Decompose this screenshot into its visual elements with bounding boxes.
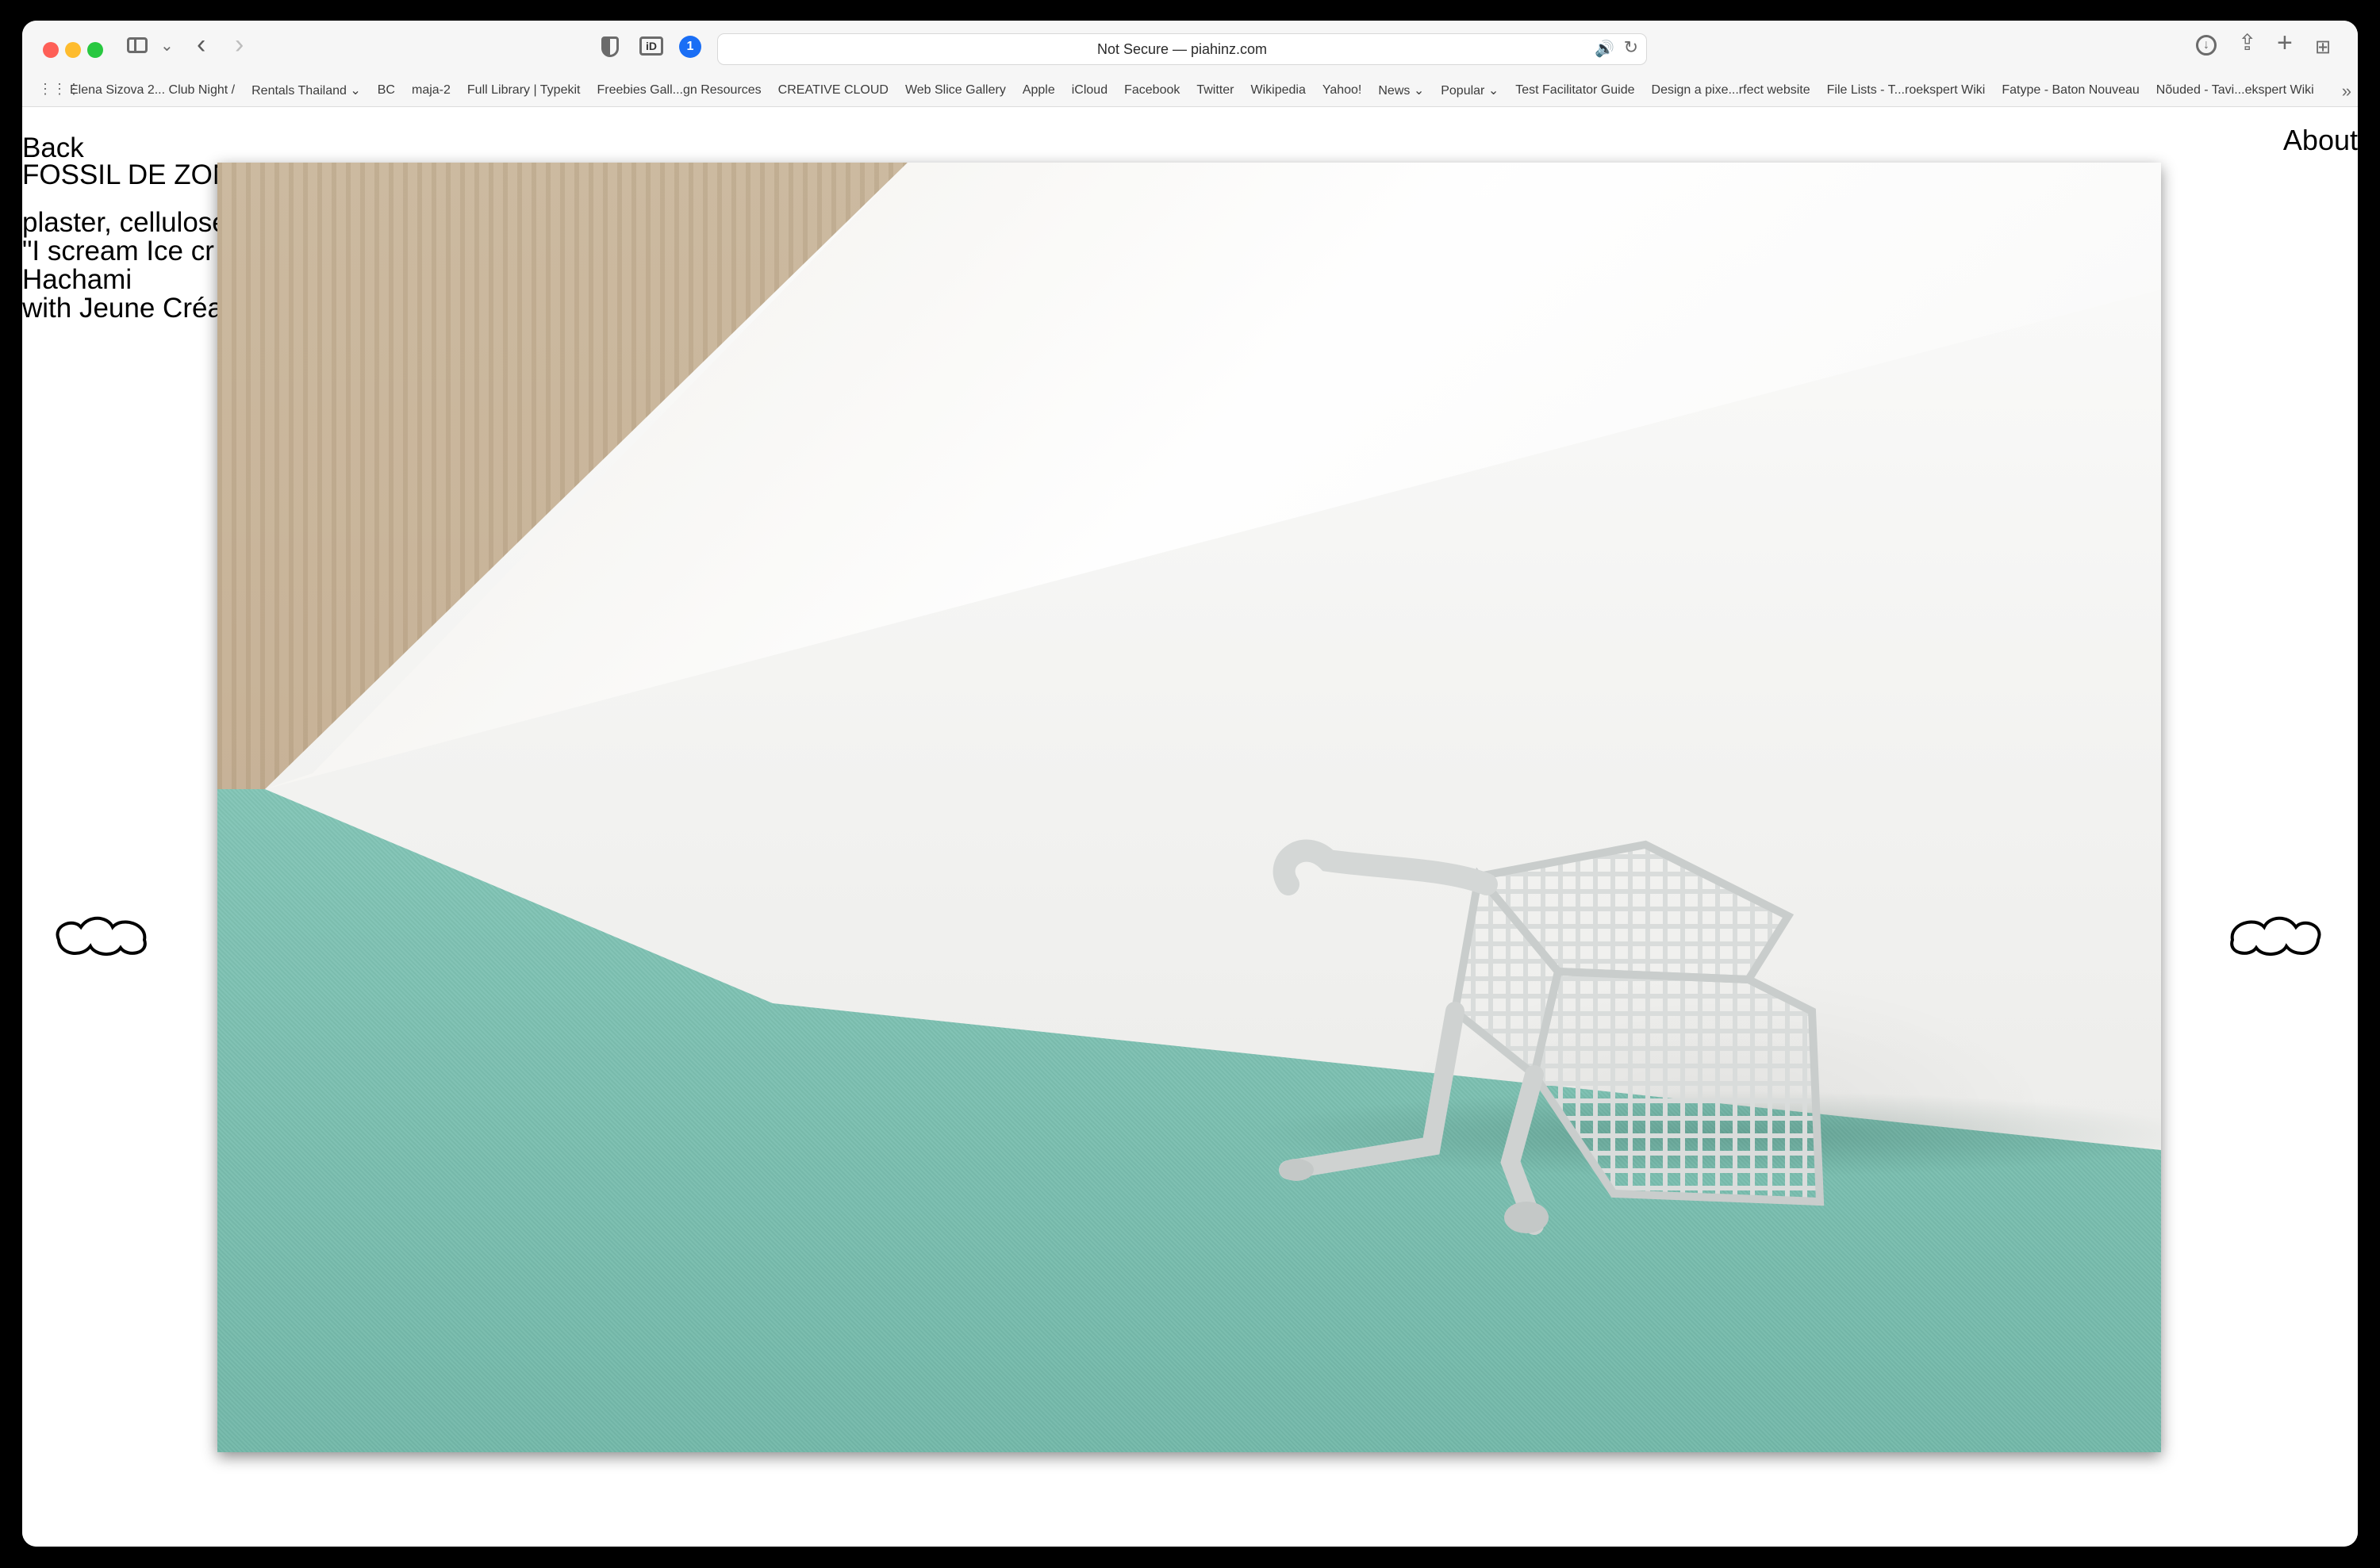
- bookmark-item[interactable]: Test Facilitator Guide: [1515, 83, 1634, 98]
- address-text: Not Secure — piahinz.com: [1096, 41, 1268, 57]
- bookmark-item[interactable]: Yahoo!: [1322, 83, 1362, 98]
- bookmark-item[interactable]: Design a pixe...rfect website: [1652, 83, 1810, 98]
- bookmark-item[interactable]: iCloud: [1072, 83, 1107, 98]
- bookmarks-list: Elena Sizova 2... Club Night / Rentals Th…: [70, 75, 2331, 106]
- bookmark-item[interactable]: maja-2: [412, 83, 451, 98]
- bookmark-item[interactable]: BC: [378, 83, 395, 98]
- bookmark-item[interactable]: Rentals Thailand ⌄: [251, 82, 361, 98]
- bookmark-item[interactable]: Fatype - Baton Nouveau: [2002, 83, 2139, 98]
- project-description: plaster, cellulose "I scream Ice cr Hach…: [22, 207, 228, 324]
- more-bookmarks-icon[interactable]: »: [2342, 81, 2351, 102]
- forward-chevron-icon[interactable]: ›: [235, 31, 244, 58]
- back-chevron-icon[interactable]: ‹: [197, 31, 205, 58]
- bookmark-item[interactable]: Freebies Gall...gn Resources: [597, 83, 761, 98]
- bookmark-item[interactable]: Twitter: [1196, 83, 1234, 98]
- bookmark-item[interactable]: Popular ⌄: [1441, 82, 1499, 98]
- share-icon[interactable]: ⇪: [2238, 32, 2256, 54]
- speaker-icon[interactable]: 🔊: [1595, 39, 1614, 59]
- download-icon[interactable]: ↓: [2196, 35, 2217, 56]
- bookmark-item[interactable]: File Lists - T...roekspert Wiki: [1827, 83, 1986, 98]
- cloud-arrow-right-icon[interactable]: [2223, 910, 2326, 957]
- address-bar[interactable]: Not Secure — piahinz.com 🔊 ↻: [717, 33, 1647, 65]
- bookmark-item[interactable]: News ⌄: [1378, 82, 1424, 98]
- minimize-window-button[interactable]: [65, 42, 81, 58]
- fullscreen-window-button[interactable]: [87, 42, 103, 58]
- chevron-down-icon[interactable]: ⌄: [160, 35, 174, 57]
- browser-toolbar: ⌄ ‹ › iD 1 Not Secure — piahinz.com 🔊 ↻ …: [22, 21, 2358, 75]
- bookmark-item[interactable]: Full Library | Typekit: [467, 83, 581, 98]
- artwork-photo[interactable]: [217, 163, 2161, 1452]
- back-link[interactable]: Back: [22, 134, 84, 163]
- web-page: Back FOSSIL DE ZONE 2021 plaster, cellul…: [22, 107, 2358, 1547]
- privacy-shield-icon[interactable]: [601, 36, 619, 57]
- close-window-button[interactable]: [43, 42, 59, 58]
- new-tab-icon[interactable]: +: [2277, 29, 2293, 56]
- sidebar-toggle-icon[interactable]: [127, 37, 148, 53]
- password-manager-icon[interactable]: 1: [679, 36, 701, 58]
- shopping-cart-sculpture: [1273, 839, 1825, 1235]
- tab-overview-icon[interactable]: ⊞: [2315, 36, 2331, 59]
- about-link[interactable]: About: [2283, 126, 2358, 155]
- bookmark-item[interactable]: Wikipedia: [1250, 83, 1305, 98]
- id-extension-icon[interactable]: iD: [639, 36, 663, 56]
- bookmark-item[interactable]: Nõuded - Tavi...ekspert Wiki: [2156, 83, 2314, 98]
- bookmark-item[interactable]: CREATIVE CLOUD: [778, 83, 889, 98]
- reload-icon[interactable]: ↻: [1624, 37, 1638, 58]
- bookmark-item[interactable]: Apple: [1023, 83, 1055, 98]
- browser-window: ⌄ ‹ › iD 1 Not Secure — piahinz.com 🔊 ↻ …: [22, 21, 2358, 1547]
- bookmark-item[interactable]: Facebook: [1124, 83, 1180, 98]
- bookmarks-bar: ⋮⋮⋮ Elena Sizova 2... Club Night / Rental…: [22, 75, 2358, 107]
- cloud-arrow-left-icon[interactable]: [51, 910, 154, 957]
- bookmark-item[interactable]: Web Slice Gallery: [905, 83, 1006, 98]
- bookmark-item[interactable]: Elena Sizova 2... Club Night /: [70, 83, 235, 98]
